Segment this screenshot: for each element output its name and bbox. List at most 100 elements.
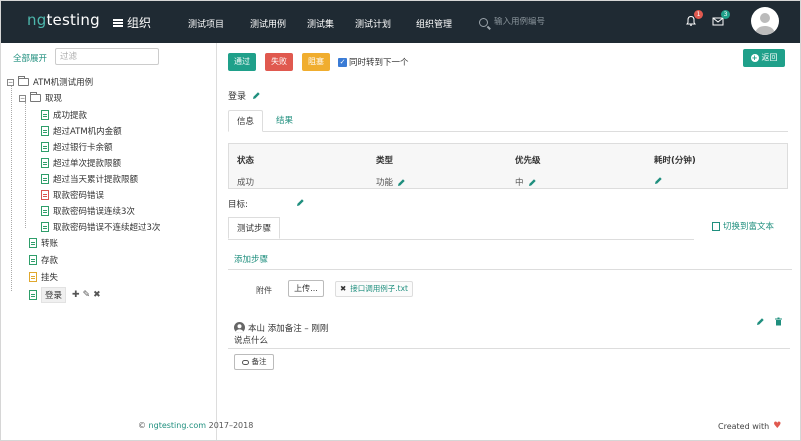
nav-plans[interactable]: 测试计划 xyxy=(355,17,391,30)
file-icon xyxy=(41,126,49,136)
tree-filter-input[interactable] xyxy=(55,48,159,65)
divider xyxy=(228,269,792,270)
tree-case[interactable]: 成功提款 xyxy=(41,109,87,121)
collapse-toggle-icon[interactable]: − xyxy=(7,78,14,86)
edit-comment-icon[interactable] xyxy=(756,317,765,326)
tree-case[interactable]: 取款密码错误连续3次 xyxy=(41,205,135,217)
tab-result[interactable]: 结果 xyxy=(268,110,301,132)
file-blocked-icon xyxy=(29,272,37,282)
tree-case-report-loss[interactable]: 挂失 xyxy=(29,271,58,283)
file-icon xyxy=(41,158,49,168)
user-avatar[interactable] xyxy=(751,7,779,35)
fail-button[interactable]: 失败 xyxy=(265,53,293,71)
tree-case-deposit[interactable]: 存款 xyxy=(29,254,58,266)
type-field: 类型 功能 xyxy=(376,154,406,188)
org-menu[interactable]: 组织 xyxy=(113,14,151,31)
file-failed-icon xyxy=(41,190,49,200)
edit-type-icon[interactable] xyxy=(397,178,406,187)
menu-icon xyxy=(113,18,123,27)
divider xyxy=(228,348,790,349)
top-navbar: ngtesting 组织 测试项目 测试用例 测试集 测试计划 组织管理 1 3 xyxy=(1,1,800,43)
logo[interactable]: ngtesting xyxy=(27,11,100,29)
switch-rich-text-link[interactable]: 切换到富文本 xyxy=(712,220,774,232)
tree-guide-line xyxy=(11,86,12,291)
nav-cases[interactable]: 测试用例 xyxy=(250,17,286,30)
tree-case[interactable]: 超过当天累计提款限额 xyxy=(41,173,138,185)
add-node-icon[interactable]: ✚ xyxy=(72,290,80,300)
goto-next-checkbox[interactable]: ✓ xyxy=(338,57,347,67)
edit-node-icon[interactable]: ✎ xyxy=(83,290,91,300)
file-icon xyxy=(41,206,49,216)
comment-body: 说点什么 xyxy=(234,336,269,346)
plus-circle-icon: + xyxy=(750,54,759,62)
tab-test-steps[interactable]: 测试步骤 xyxy=(228,217,280,239)
comment-meta: 本山 添加备注 – 刚刚 xyxy=(248,324,329,334)
nav-suites[interactable]: 测试集 xyxy=(307,17,334,30)
selected-case-label: 登录 xyxy=(41,287,67,303)
collapse-toggle-icon[interactable]: − xyxy=(19,94,26,102)
user-silhouette-icon xyxy=(235,324,244,333)
tree-case[interactable]: 取款密码错误不连续超过3次 xyxy=(41,221,160,233)
block-button[interactable]: 阻塞 xyxy=(302,53,330,71)
expand-all-link[interactable]: 全部展开 xyxy=(13,52,47,64)
tab-info[interactable]: 信息 xyxy=(228,110,264,132)
upload-button[interactable]: 上传... xyxy=(288,280,324,297)
pass-button[interactable]: 通过 xyxy=(228,53,256,71)
remove-attachment-icon[interactable]: ✖ xyxy=(340,282,346,296)
search-icon xyxy=(479,17,488,27)
add-note-button[interactable]: 备注 xyxy=(234,354,274,370)
case-tree-sidebar: 全部展开 − ATM机测试用例 − 取现 成功提款 超过ATM机内金额 超过银行… xyxy=(1,43,217,440)
add-step-link[interactable]: 添加步骤 xyxy=(234,253,268,265)
priority-value: 中 xyxy=(515,178,524,188)
file-icon xyxy=(29,255,37,265)
node-actions: ✚ ✎ ✖ xyxy=(72,290,101,300)
file-icon xyxy=(41,110,49,120)
nav-org-admin[interactable]: 组织管理 xyxy=(416,17,452,30)
tree-case[interactable]: 超过单次提款限额 xyxy=(41,157,121,169)
goto-next-option[interactable]: ✓ 同时转到下一个 xyxy=(338,56,409,68)
file-icon xyxy=(29,238,37,248)
delete-comment-icon[interactable] xyxy=(774,317,783,329)
tree-case[interactable]: 超过ATM机内金额 xyxy=(41,125,122,137)
edit-priority-icon[interactable] xyxy=(528,178,537,187)
back-button[interactable]: + 返回 xyxy=(743,49,785,67)
edit-goal-icon[interactable] xyxy=(296,198,305,207)
case-info-box: 状态 成功 类型 功能 优先级 中 耗时(分钟) xyxy=(228,143,788,189)
tree-case-login[interactable]: 登录 ✚ ✎ ✖ xyxy=(29,287,101,303)
tree-case-transfer[interactable]: 转账 xyxy=(29,237,58,249)
folder-open-icon xyxy=(18,76,29,86)
org-label: 组织 xyxy=(127,16,152,30)
notifications-button[interactable]: 1 xyxy=(685,10,703,27)
tree-node-root[interactable]: − ATM机测试用例 xyxy=(7,76,93,88)
messages-button[interactable]: 3 xyxy=(712,10,730,27)
attachment-chip[interactable]: ✖ 接口调用例子.txt xyxy=(335,281,414,297)
comment-icon xyxy=(241,359,249,365)
site-link[interactable]: ngtesting.com xyxy=(149,421,207,430)
commenter-avatar xyxy=(234,322,245,333)
edit-duration-icon[interactable] xyxy=(654,176,663,185)
type-value: 功能 xyxy=(376,178,394,188)
user-silhouette-icon xyxy=(755,13,775,35)
attachment-filename[interactable]: 接口调用例子.txt xyxy=(350,282,408,296)
case-detail-panel: 通过 失败 阻塞 ✓ 同时转到下一个 + 返回 登录 信息 结果 状态 成功 类… xyxy=(218,43,800,440)
app-frame: ngtesting 组织 测试项目 测试用例 测试集 测试计划 组织管理 1 3… xyxy=(0,0,801,441)
nav-projects[interactable]: 测试项目 xyxy=(188,17,224,30)
delete-node-icon[interactable]: ✖ xyxy=(93,290,101,300)
heart-icon: ♥ xyxy=(773,421,782,431)
folder-open-icon xyxy=(30,92,41,102)
edit-title-icon[interactable] xyxy=(252,91,261,100)
goal-label: 目标: xyxy=(228,200,248,210)
footer-copyright: © ngtesting.com 2017–2018 xyxy=(138,421,254,430)
attachment-label: 附件 xyxy=(256,286,272,295)
tree-case[interactable]: 取款密码错误 xyxy=(41,189,104,201)
tree-case[interactable]: 超过银行卡余额 xyxy=(41,141,113,153)
tree-node-group-withdraw[interactable]: − 取现 xyxy=(19,92,62,104)
duration-field: 耗时(分钟) xyxy=(654,154,696,185)
case-search-input[interactable] xyxy=(494,17,604,27)
file-icon xyxy=(41,174,49,184)
case-tabs: 信息 结果 xyxy=(228,110,788,132)
notification-count-badge: 1 xyxy=(694,10,703,19)
case-search xyxy=(479,14,609,30)
document-icon xyxy=(712,221,720,231)
divider xyxy=(228,239,694,240)
